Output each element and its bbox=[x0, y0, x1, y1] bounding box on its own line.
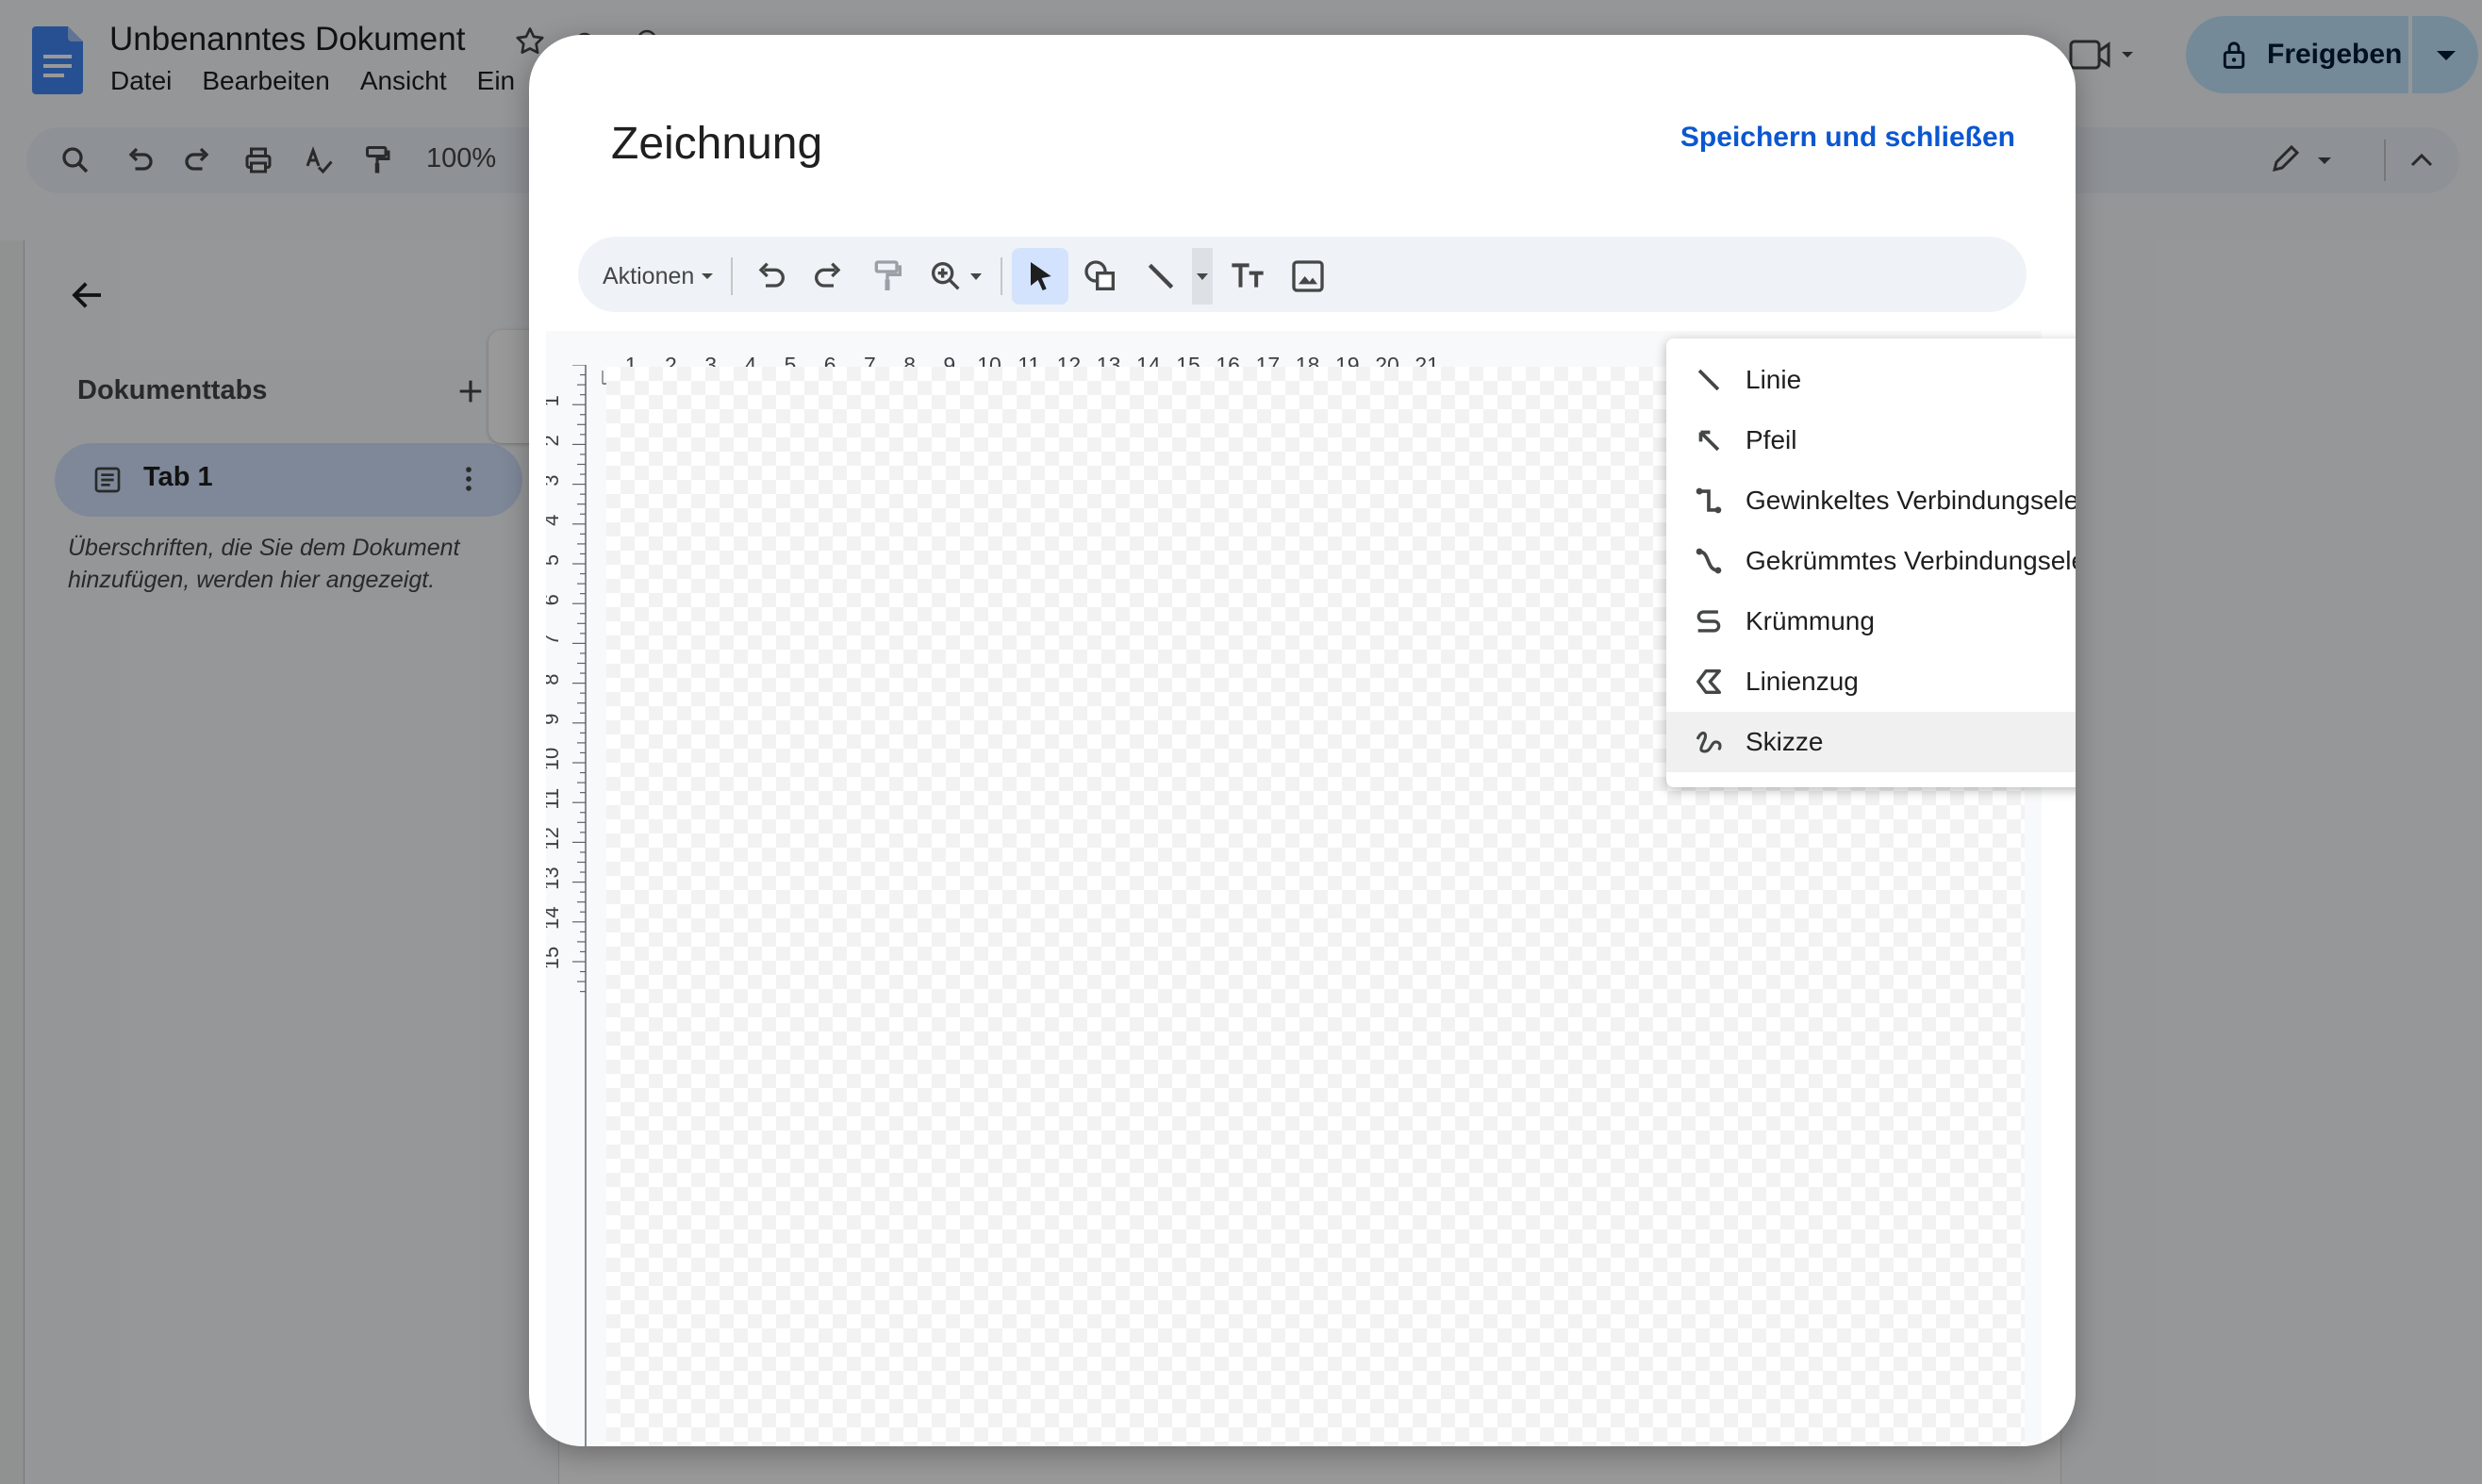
paint-format-icon[interactable] bbox=[869, 257, 906, 295]
line-tool-icon[interactable] bbox=[1142, 257, 1180, 295]
menu-item-curved-connector[interactable]: Gekrümmtes Verbindungselement bbox=[1666, 531, 2076, 591]
save-and-close-button[interactable]: Speichern und schließen bbox=[1680, 122, 2015, 154]
actions-menu-button[interactable]: Aktionen bbox=[603, 257, 715, 295]
actions-label: Aktionen bbox=[603, 262, 695, 289]
zoom-caret-icon[interactable] bbox=[968, 271, 984, 284]
menu-item-label: Gewinkeltes Verbindungselement bbox=[1746, 486, 2076, 515]
line-icon bbox=[1697, 369, 1720, 391]
polyline-icon bbox=[1696, 668, 1722, 695]
ruler-label: 2 bbox=[546, 435, 563, 446]
line-tool-dropdown-button[interactable] bbox=[1192, 248, 1213, 305]
redo-icon[interactable] bbox=[810, 257, 848, 295]
curve-icon bbox=[1696, 610, 1721, 633]
ruler-label: 14 bbox=[546, 907, 563, 930]
ruler-label: 6 bbox=[546, 594, 563, 605]
undo-icon[interactable] bbox=[752, 257, 789, 295]
ruler-label: 12 bbox=[546, 827, 563, 849]
menu-item-label: Linienzug bbox=[1746, 667, 1859, 696]
menu-item-label: Linie bbox=[1746, 365, 1802, 394]
menu-item-label: Gekrümmtes Verbindungselement bbox=[1746, 546, 2076, 575]
menu-item-arrow[interactable]: Pfeil bbox=[1666, 410, 2076, 470]
scribble-icon bbox=[1696, 732, 1722, 753]
caret-down-icon bbox=[1197, 273, 1208, 280]
zoom-icon[interactable] bbox=[927, 257, 965, 295]
vertical-ruler[interactable]: 123456789101112131415 bbox=[546, 365, 593, 1446]
caret-down-icon bbox=[702, 273, 714, 279]
menu-item-line[interactable]: Linie bbox=[1666, 350, 2076, 410]
drawing-dialog: Zeichnung Speichern und schließen Aktion… bbox=[529, 35, 2076, 1446]
ruler-label: 7 bbox=[546, 634, 563, 645]
ruler-label: 11 bbox=[546, 788, 563, 810]
menu-item-elbow-connector[interactable]: Gewinkeltes Verbindungselement bbox=[1666, 470, 2076, 531]
ruler-label: 13 bbox=[546, 866, 563, 889]
menu-item-label: Skizze bbox=[1746, 727, 1824, 756]
toolbar-divider bbox=[731, 257, 733, 295]
text-box-icon[interactable] bbox=[1229, 257, 1266, 295]
shape-icon[interactable] bbox=[1082, 257, 1119, 295]
select-cursor-icon[interactable] bbox=[1021, 257, 1059, 295]
menu-item-scribble[interactable]: Skizze bbox=[1666, 712, 2076, 772]
ruler-label: 15 bbox=[546, 947, 563, 969]
image-icon[interactable] bbox=[1289, 257, 1327, 295]
ruler-label: 9 bbox=[546, 714, 563, 725]
toolbar-divider bbox=[1001, 257, 1002, 295]
menu-item-curve[interactable]: Krümmung bbox=[1666, 591, 2076, 651]
ruler-label: 3 bbox=[546, 474, 563, 486]
elbow-connector-icon bbox=[1696, 487, 1722, 514]
ruler-label: 1 bbox=[546, 395, 563, 406]
ruler-label: 10 bbox=[546, 748, 563, 770]
menu-item-polyline[interactable]: Linienzug bbox=[1666, 651, 2076, 712]
ruler-label: 8 bbox=[546, 673, 563, 684]
ruler-label: 4 bbox=[546, 515, 563, 526]
curved-connector-icon bbox=[1696, 548, 1722, 574]
line-type-menu: Linie Pfeil Gewinkeltes Verbindungselement… bbox=[1666, 338, 2076, 787]
menu-item-label: Pfeil bbox=[1746, 425, 1797, 454]
ruler-label: 5 bbox=[546, 554, 563, 566]
arrow-icon bbox=[1698, 430, 1720, 452]
dialog-title: Zeichnung bbox=[611, 119, 823, 169]
menu-item-label: Krümmung bbox=[1746, 606, 1875, 635]
